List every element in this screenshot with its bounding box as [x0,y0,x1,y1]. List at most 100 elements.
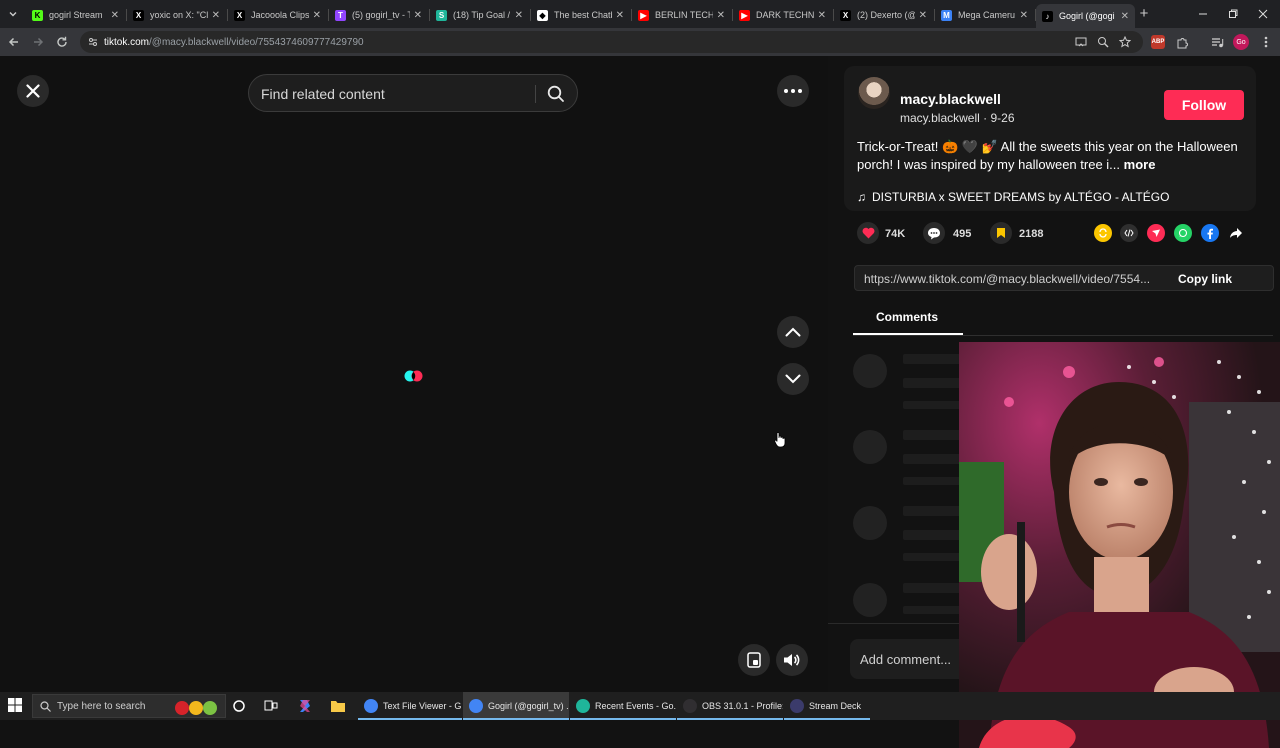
tab-search-chevron-icon[interactable] [6,7,20,21]
taskbar-search-box[interactable]: Type here to search [32,694,226,718]
address-bar[interactable]: tiktok.com/@macy.blackwell/video/7554374… [80,31,1143,53]
webcam-overlay [959,342,1280,748]
skeleton-line [903,506,963,516]
caption-more-link[interactable]: more [1124,157,1156,172]
tab-divider [853,335,1273,336]
video-player[interactable] [0,56,828,692]
video-link-url[interactable]: https://www.tiktok.com/@macy.blackwell/v… [864,272,1150,286]
minimize-button[interactable] [1196,7,1210,21]
tab-close-icon[interactable]: ✕ [414,10,422,21]
windows-taskbar: Type here to search Text File Viewer - G… [0,692,1280,720]
skeleton-line [903,354,963,364]
bookmark-star-icon[interactable] [1118,35,1132,51]
browser-tab[interactable]: Xyoxic on X: "Cli ✕ [127,4,226,26]
creator-username[interactable]: macy.blackwell [900,91,1001,107]
previous-video-button[interactable] [777,316,809,348]
whatsapp-icon[interactable] [1174,224,1192,242]
related-search-box [248,74,578,112]
extensions-puzzle-icon[interactable] [1172,32,1192,52]
embed-code-icon[interactable] [1120,224,1138,242]
forward-button[interactable] [28,32,48,52]
like-button[interactable] [857,222,879,244]
taskbar-app-button[interactable]: Text File Viewer - G... [358,692,462,720]
tab-close-icon[interactable]: ✕ [616,10,624,21]
tab-title: The best Chatb [554,10,612,20]
caption-text: Trick-or-Treat! 🎃 🖤 💅 All the sweets thi… [857,139,1238,172]
browser-tab[interactable]: Kgogirl Stream ✕ [26,4,125,26]
taskbar-app-label: Recent Events - Go... [595,701,676,711]
browser-tab[interactable]: ♪ Gogirl (@gogi ✕ [1036,4,1135,28]
search-button[interactable] [543,81,569,107]
copy-link-button[interactable]: Copy link [1178,272,1232,286]
skeleton-line [903,606,963,614]
skeleton-line [903,530,963,540]
next-video-button[interactable] [777,363,809,395]
skeleton-avatar [853,506,887,540]
cast-icon[interactable] [1075,36,1087,51]
creator-handle[interactable]: macy.blackwell [900,111,980,125]
url-host: tiktok.com [104,36,150,48]
repost-icon[interactable] [1094,224,1112,242]
tab-close-icon[interactable]: ✕ [1020,10,1028,21]
tab-close-icon[interactable]: ✕ [515,10,523,21]
tab-close-icon[interactable]: ✕ [212,10,220,21]
save-button[interactable] [990,222,1012,244]
taskbar-app-label: Stream Deck [809,701,862,711]
taskbar-app-button[interactable]: Stream Deck [784,692,870,720]
tab-separator [126,9,127,21]
browser-tab[interactable]: X Jacooola Clips ✕ [228,4,327,26]
browser-tab[interactable]: S (18) Tip Goal / ✕ [430,4,529,26]
cortana-icon[interactable] [230,697,248,715]
tab-close-icon[interactable]: ✕ [111,10,119,21]
taskbar-app-button[interactable]: Gogirl (@gogirl_tv) ... [463,692,569,720]
site-info-icon[interactable] [88,37,98,47]
follow-button[interactable]: Follow [1164,90,1244,120]
windows-start-icon[interactable] [8,698,24,714]
send-to-friends-icon[interactable] [1147,224,1165,242]
skeleton-line [903,553,963,561]
media-controls-icon[interactable] [1207,32,1227,52]
new-tab-button[interactable]: + [1137,5,1151,23]
post-caption: Trick-or-Treat! 🎃 🖤 💅 All the sweets thi… [857,138,1249,174]
tab-close-icon[interactable]: ✕ [313,10,321,21]
file-explorer-icon[interactable] [329,697,347,715]
share-arrow-icon[interactable] [1227,224,1245,242]
taskbar-search-placeholder: Type here to search [57,700,146,712]
volume-button[interactable] [776,644,808,676]
miniplayer-button[interactable] [738,644,770,676]
close-icon [26,84,40,98]
tab-close-icon[interactable]: ✕ [1121,11,1129,22]
taskbar-app-button[interactable]: OBS 31.0.1 - Profile:... [677,692,783,720]
music-track[interactable]: ♫ DISTURBIA x SWEET DREAMS by ALTÉGO - AL… [857,190,1169,204]
tab-close-icon[interactable]: ✕ [919,10,927,21]
browser-tab[interactable]: M Mega Cameru ✕ [935,4,1034,26]
creator-avatar[interactable] [858,77,890,109]
related-search-input[interactable] [261,83,531,105]
facebook-icon[interactable] [1201,224,1219,242]
browser-tab[interactable]: ▶ DARK TECHNO ✕ [733,4,832,26]
adblock-extension-icon[interactable]: ABP [1148,32,1168,52]
video-link-box: https://www.tiktok.com/@macy.blackwell/v… [854,265,1274,291]
profile-avatar[interactable]: Go [1231,32,1251,52]
comment-button[interactable] [923,222,945,244]
tab-close-icon[interactable]: ✕ [818,10,826,21]
restore-button[interactable] [1226,7,1240,21]
browser-tab[interactable]: X (2) Dexerto (@ ✕ [834,4,933,26]
taskbar-app-button[interactable]: Recent Events - Go... [570,692,676,720]
more-options-button[interactable] [777,75,809,107]
fruit-widget-icon[interactable] [173,698,221,719]
task-view-icon[interactable] [262,697,280,715]
reload-button[interactable] [52,32,72,52]
browser-tab[interactable]: ▶ BERLIN TECHN ✕ [632,4,731,26]
close-video-button[interactable] [17,75,49,107]
skeleton-line [903,454,963,464]
browser-menu-icon[interactable] [1256,32,1276,52]
tab-close-icon[interactable]: ✕ [717,10,725,21]
zoom-icon[interactable] [1097,36,1109,51]
tab-separator [631,9,632,21]
browser-tab[interactable]: T (5) gogirl_tv - T ✕ [329,4,428,26]
copilot-icon[interactable] [296,697,314,715]
close-window-button[interactable] [1256,7,1270,21]
browser-tab[interactable]: ◆ The best Chatb ✕ [531,4,630,26]
back-button[interactable] [4,32,24,52]
